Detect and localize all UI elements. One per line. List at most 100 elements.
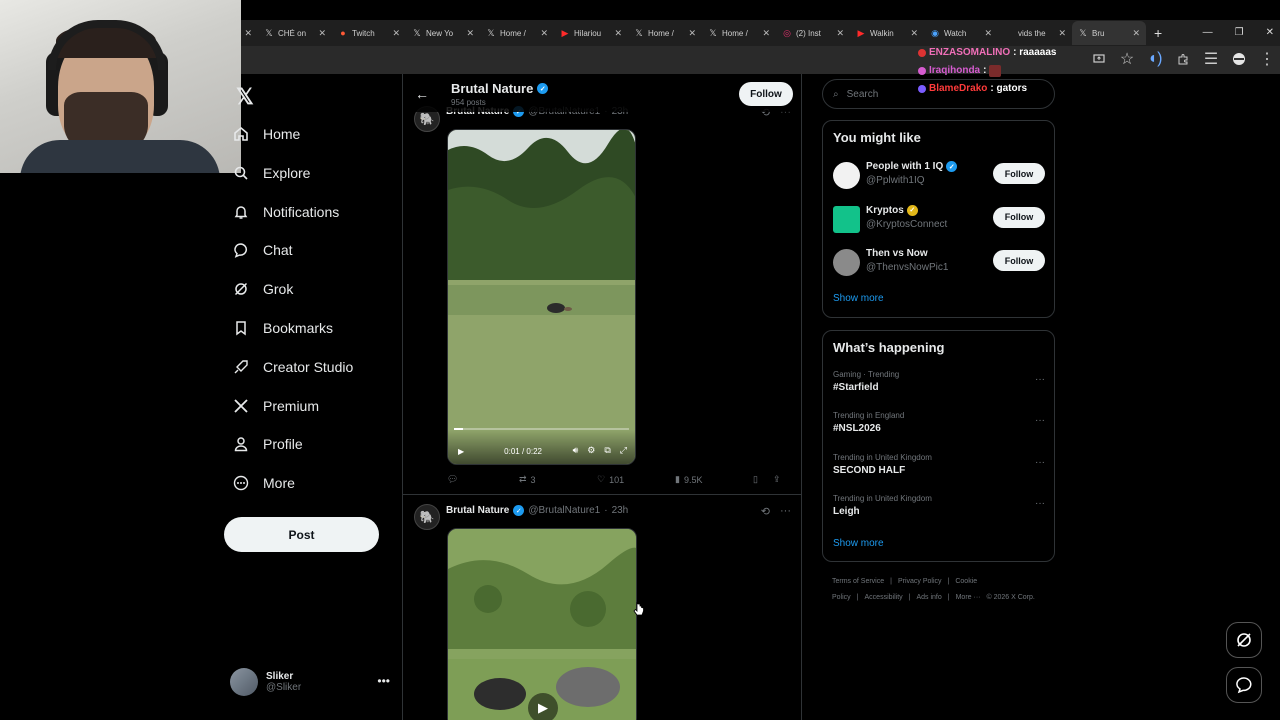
- suggested-name[interactable]: People with 1 IQ ✓: [866, 161, 958, 172]
- suggested-account[interactable]: People with 1 IQ ✓ @Pplwith1IQ Follow: [833, 161, 1045, 193]
- profile-avatar-icon[interactable]: [1232, 52, 1246, 66]
- tweet-handle[interactable]: @BrutalNature1: [528, 505, 600, 516]
- trend-item[interactable]: Gaming · Trending #Starfield ···: [833, 370, 1045, 393]
- trend-item[interactable]: Trending in England #NSL2026 ···: [833, 411, 1045, 434]
- tab-close-icon[interactable]: ✕: [466, 28, 474, 39]
- settings-icon[interactable]: ⚙︎: [587, 445, 595, 456]
- tweet-author[interactable]: Brutal Nature: [446, 505, 509, 516]
- tab-close-icon[interactable]: ✕: [244, 28, 252, 39]
- nav-item-profile[interactable]: Profile: [232, 429, 303, 459]
- tab-close-icon[interactable]: ✕: [688, 28, 696, 39]
- restore-icon[interactable]: ❐: [1235, 27, 1244, 38]
- nav-item-home[interactable]: Home: [232, 119, 300, 149]
- tab-close-icon[interactable]: ✕: [1058, 28, 1066, 39]
- extension-audio-icon[interactable]: ◖): [1148, 50, 1163, 67]
- tab-close-icon[interactable]: ✕: [910, 28, 918, 39]
- nav-item-notifications[interactable]: Notifications: [232, 197, 339, 227]
- tab-close-icon[interactable]: ✕: [392, 28, 400, 39]
- more-dots-icon[interactable]: ···: [1035, 415, 1045, 426]
- browser-tab[interactable]: ◎ (2) Inst ✕: [776, 21, 850, 45]
- tab-close-icon[interactable]: ✕: [614, 28, 622, 39]
- footer-link[interactable]: Accessibility: [865, 594, 903, 601]
- follow-button[interactable]: Follow: [993, 163, 1045, 184]
- browser-tab[interactable]: 𝕏 New Yo ✕: [406, 21, 480, 45]
- browser-tab[interactable]: 𝕏 Home / ✕: [628, 21, 702, 45]
- screen-share-icon[interactable]: [1092, 52, 1106, 66]
- browser-tab[interactable]: 𝕏 Home / ✕: [480, 21, 554, 45]
- suggested-account[interactable]: Then vs Now @ThenvsNowPic1 Follow: [833, 248, 1045, 280]
- browser-tab[interactable]: 𝕏 Bru ✕: [1072, 21, 1146, 45]
- post-button[interactable]: Post: [224, 517, 379, 552]
- avatar[interactable]: [833, 162, 860, 189]
- minimize-icon[interactable]: —: [1203, 27, 1213, 38]
- footer-link[interactable]: Ads info: [916, 594, 941, 601]
- show-more-link[interactable]: Show more: [833, 538, 884, 549]
- tab-close-icon[interactable]: ✕: [836, 28, 844, 39]
- grok-icon[interactable]: ⟲: [761, 505, 770, 518]
- play-button[interactable]: ▶: [528, 693, 558, 720]
- tab-close-icon[interactable]: ✕: [1132, 28, 1140, 39]
- avatar[interactable]: [833, 249, 860, 276]
- tweet-avatar[interactable]: 🐘: [414, 504, 440, 530]
- back-arrow-icon[interactable]: ←: [415, 86, 429, 102]
- more-dots-icon[interactable]: ···: [1035, 457, 1045, 468]
- messages-float-button[interactable]: [1226, 667, 1262, 703]
- new-tab-button[interactable]: +: [1154, 25, 1162, 41]
- tab-close-icon[interactable]: ✕: [762, 28, 770, 39]
- browser-tab[interactable]: ▶ Walkin ✕: [850, 21, 924, 45]
- views-action[interactable]: ▮ 9.5K: [675, 474, 753, 485]
- nav-item-chat[interactable]: Chat: [232, 235, 293, 265]
- reply-action[interactable]: 💬︎: [447, 474, 519, 485]
- browser-tab[interactable]: ● Twitch ✕: [332, 21, 406, 45]
- x-logo-icon[interactable]: 𝕏: [236, 84, 254, 110]
- volume-icon[interactable]: 🔊︎: [573, 445, 579, 456]
- suggested-account[interactable]: Kryptos ✓ @KryptosConnect Follow: [833, 204, 1045, 237]
- repost-action[interactable]: ⇄ 3: [519, 474, 597, 485]
- more-dots-icon[interactable]: •••: [377, 674, 390, 688]
- like-action[interactable]: ♡ 101: [597, 474, 675, 485]
- follow-button[interactable]: Follow: [993, 250, 1045, 271]
- browser-menu-icon[interactable]: ⋮: [1259, 51, 1275, 68]
- more-dots-icon[interactable]: ···: [1035, 374, 1045, 385]
- grok-float-button[interactable]: [1226, 622, 1262, 658]
- more-dots-icon[interactable]: ···: [780, 505, 791, 518]
- browser-tab[interactable]: 𝕏 CHÉ on ✕: [258, 21, 332, 45]
- footer-link[interactable]: © 2026 X Corp.: [986, 594, 1034, 601]
- nav-item-bookmarks[interactable]: Bookmarks: [232, 313, 333, 343]
- close-window-icon[interactable]: ✕: [1266, 27, 1274, 38]
- nav-item-explore[interactable]: Explore: [232, 158, 310, 188]
- avatar[interactable]: [833, 205, 860, 233]
- play-icon[interactable]: ▶: [458, 447, 464, 456]
- account-switcher[interactable]: Sliker @Sliker •••: [230, 666, 390, 698]
- video-player[interactable]: ▶ 0:01 / 0:22 🔊︎ ⚙︎ ⧉ ⤢: [447, 129, 636, 465]
- browser-tab[interactable]: ◉ Watch ✕: [924, 21, 998, 45]
- share-icon[interactable]: ⇪: [773, 474, 781, 485]
- media-list-icon[interactable]: ☰: [1204, 51, 1218, 68]
- trend-item[interactable]: Trending in United Kingdom SECOND HALF ···: [833, 453, 1045, 476]
- video-player[interactable]: ▶: [447, 528, 637, 720]
- nav-item-premium[interactable]: Premium: [232, 391, 319, 421]
- footer-link[interactable]: Privacy Policy: [898, 578, 942, 585]
- bookmark-icon[interactable]: ▯: [753, 474, 773, 485]
- follow-button[interactable]: Follow: [739, 82, 793, 106]
- suggested-name[interactable]: Kryptos ✓: [866, 204, 918, 216]
- puzzle-icon[interactable]: [1176, 52, 1190, 66]
- follow-button[interactable]: Follow: [993, 206, 1045, 228]
- trend-item[interactable]: Trending in United Kingdom Leigh ···: [833, 494, 1045, 517]
- browser-tab[interactable]: 𝕏 Home / ✕: [702, 21, 776, 45]
- tab-close-icon[interactable]: ✕: [984, 28, 992, 39]
- nav-item-grok[interactable]: Grok: [232, 274, 293, 304]
- tab-close-icon[interactable]: ✕: [540, 28, 548, 39]
- nav-item-more[interactable]: More: [232, 468, 295, 498]
- show-more-link[interactable]: Show more: [833, 293, 884, 304]
- tab-close-icon[interactable]: ✕: [318, 28, 326, 39]
- timeline[interactable]: ← Brutal Nature ✓ 954 posts Follow 🐘 Bru…: [402, 74, 802, 720]
- browser-tab[interactable]: vids the ✕: [998, 21, 1072, 45]
- pip-icon[interactable]: ⧉: [604, 445, 610, 456]
- star-icon[interactable]: ☆: [1120, 51, 1134, 68]
- browser-tab[interactable]: ▶ Hilariou ✕: [554, 21, 628, 45]
- footer-link[interactable]: Terms of Service: [832, 578, 884, 585]
- more-dots-icon[interactable]: ···: [1035, 498, 1045, 509]
- fullscreen-icon[interactable]: ⤢: [620, 445, 627, 456]
- tweet-time[interactable]: 23h: [612, 505, 629, 516]
